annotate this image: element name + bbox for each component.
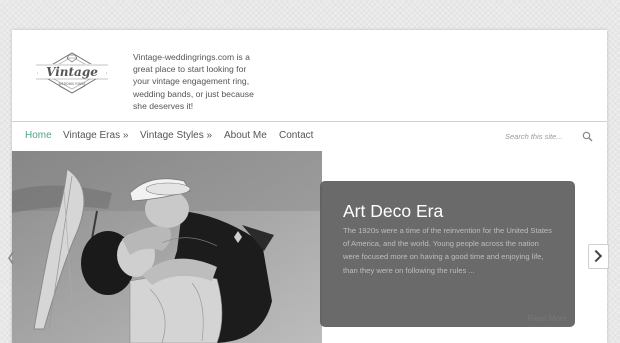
nav-item-contact[interactable]: Contact — [279, 130, 313, 141]
site-header: Vintage WEDDING RINGS Vintage-weddingrin… — [12, 30, 607, 120]
logo-wordmark: Vintage — [46, 65, 98, 79]
chevron-right-icon — [594, 249, 603, 263]
slide-caption: Art Deco Era The 1920s were a time of th… — [320, 181, 575, 327]
nav-item-vintage-eras[interactable]: Vintage Eras » — [63, 130, 128, 141]
read-more-link[interactable]: Read More — [527, 314, 567, 323]
logo-subtext: WEDDING RINGS — [59, 82, 86, 86]
featured-slider: Art Deco Era The 1920s were a time of th… — [12, 151, 607, 343]
page-container: Vintage WEDDING RINGS Vintage-weddingrin… — [12, 30, 607, 343]
main-nav: Home Vintage Eras » Vintage Styles » Abo… — [12, 121, 607, 152]
search-input[interactable] — [505, 128, 575, 144]
chevron-left-icon[interactable] — [8, 251, 14, 265]
nav-item-about-me[interactable]: About Me — [224, 130, 267, 141]
nav-item-vintage-styles[interactable]: Vintage Styles » — [140, 130, 212, 141]
slider-next-button[interactable] — [588, 244, 609, 269]
site-tagline: Vintage-weddingrings.com is a great plac… — [133, 52, 254, 111]
slide-photo[interactable] — [12, 151, 322, 343]
slide-excerpt: The 1920s were a time of the reinvention… — [343, 226, 552, 275]
search-icon[interactable] — [582, 131, 593, 142]
site-logo[interactable]: Vintage WEDDING RINGS — [34, 48, 110, 98]
slide-title[interactable]: Art Deco Era — [343, 201, 443, 222]
nav-item-home[interactable]: Home — [25, 130, 52, 141]
